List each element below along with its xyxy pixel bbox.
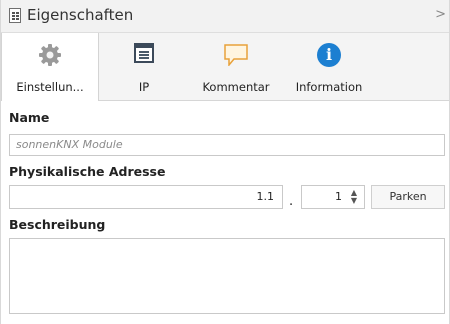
address-label: Physikalische Adresse: [9, 164, 166, 179]
tab-label: IP: [138, 80, 150, 94]
stepper-arrows[interactable]: ▲ ▼: [350, 189, 358, 205]
tab-label: Einstellun...: [16, 80, 84, 94]
tab-label: Information: [295, 80, 363, 94]
tab-ip[interactable]: IP: [99, 33, 189, 101]
tab-label: Kommentar: [202, 80, 270, 94]
address-separator: .: [289, 194, 294, 209]
tab-bar: Einstellun... IP Kommentar i Information: [1, 33, 449, 101]
name-label: Name: [9, 110, 50, 125]
device-number-stepper[interactable]: 1 ▲ ▼: [301, 185, 365, 209]
description-label: Beschreibung: [9, 217, 106, 232]
park-button[interactable]: Parken: [371, 185, 445, 209]
window-icon: [134, 43, 154, 63]
address-field[interactable]: 1.1: [9, 185, 283, 209]
properties-icon: [9, 8, 21, 23]
panel-title: Eigenschaften: [27, 6, 134, 24]
gear-icon: [39, 44, 61, 66]
device-number-value: 1: [335, 190, 342, 203]
name-field[interactable]: sonnenKNX Module: [9, 134, 445, 156]
collapse-chevron-icon[interactable]: >: [435, 7, 446, 22]
description-field[interactable]: [9, 238, 445, 314]
comment-icon: [224, 44, 248, 66]
tab-information[interactable]: i Information: [283, 33, 375, 101]
info-icon: i: [317, 43, 341, 67]
tab-settings[interactable]: Einstellun...: [1, 33, 99, 101]
stepper-down-icon[interactable]: ▼: [350, 197, 358, 205]
tab-comment[interactable]: Kommentar: [191, 33, 281, 101]
panel-header: Eigenschaften >: [1, 0, 449, 33]
properties-panel: Eigenschaften > Einstellun... IP Komment…: [0, 0, 450, 324]
